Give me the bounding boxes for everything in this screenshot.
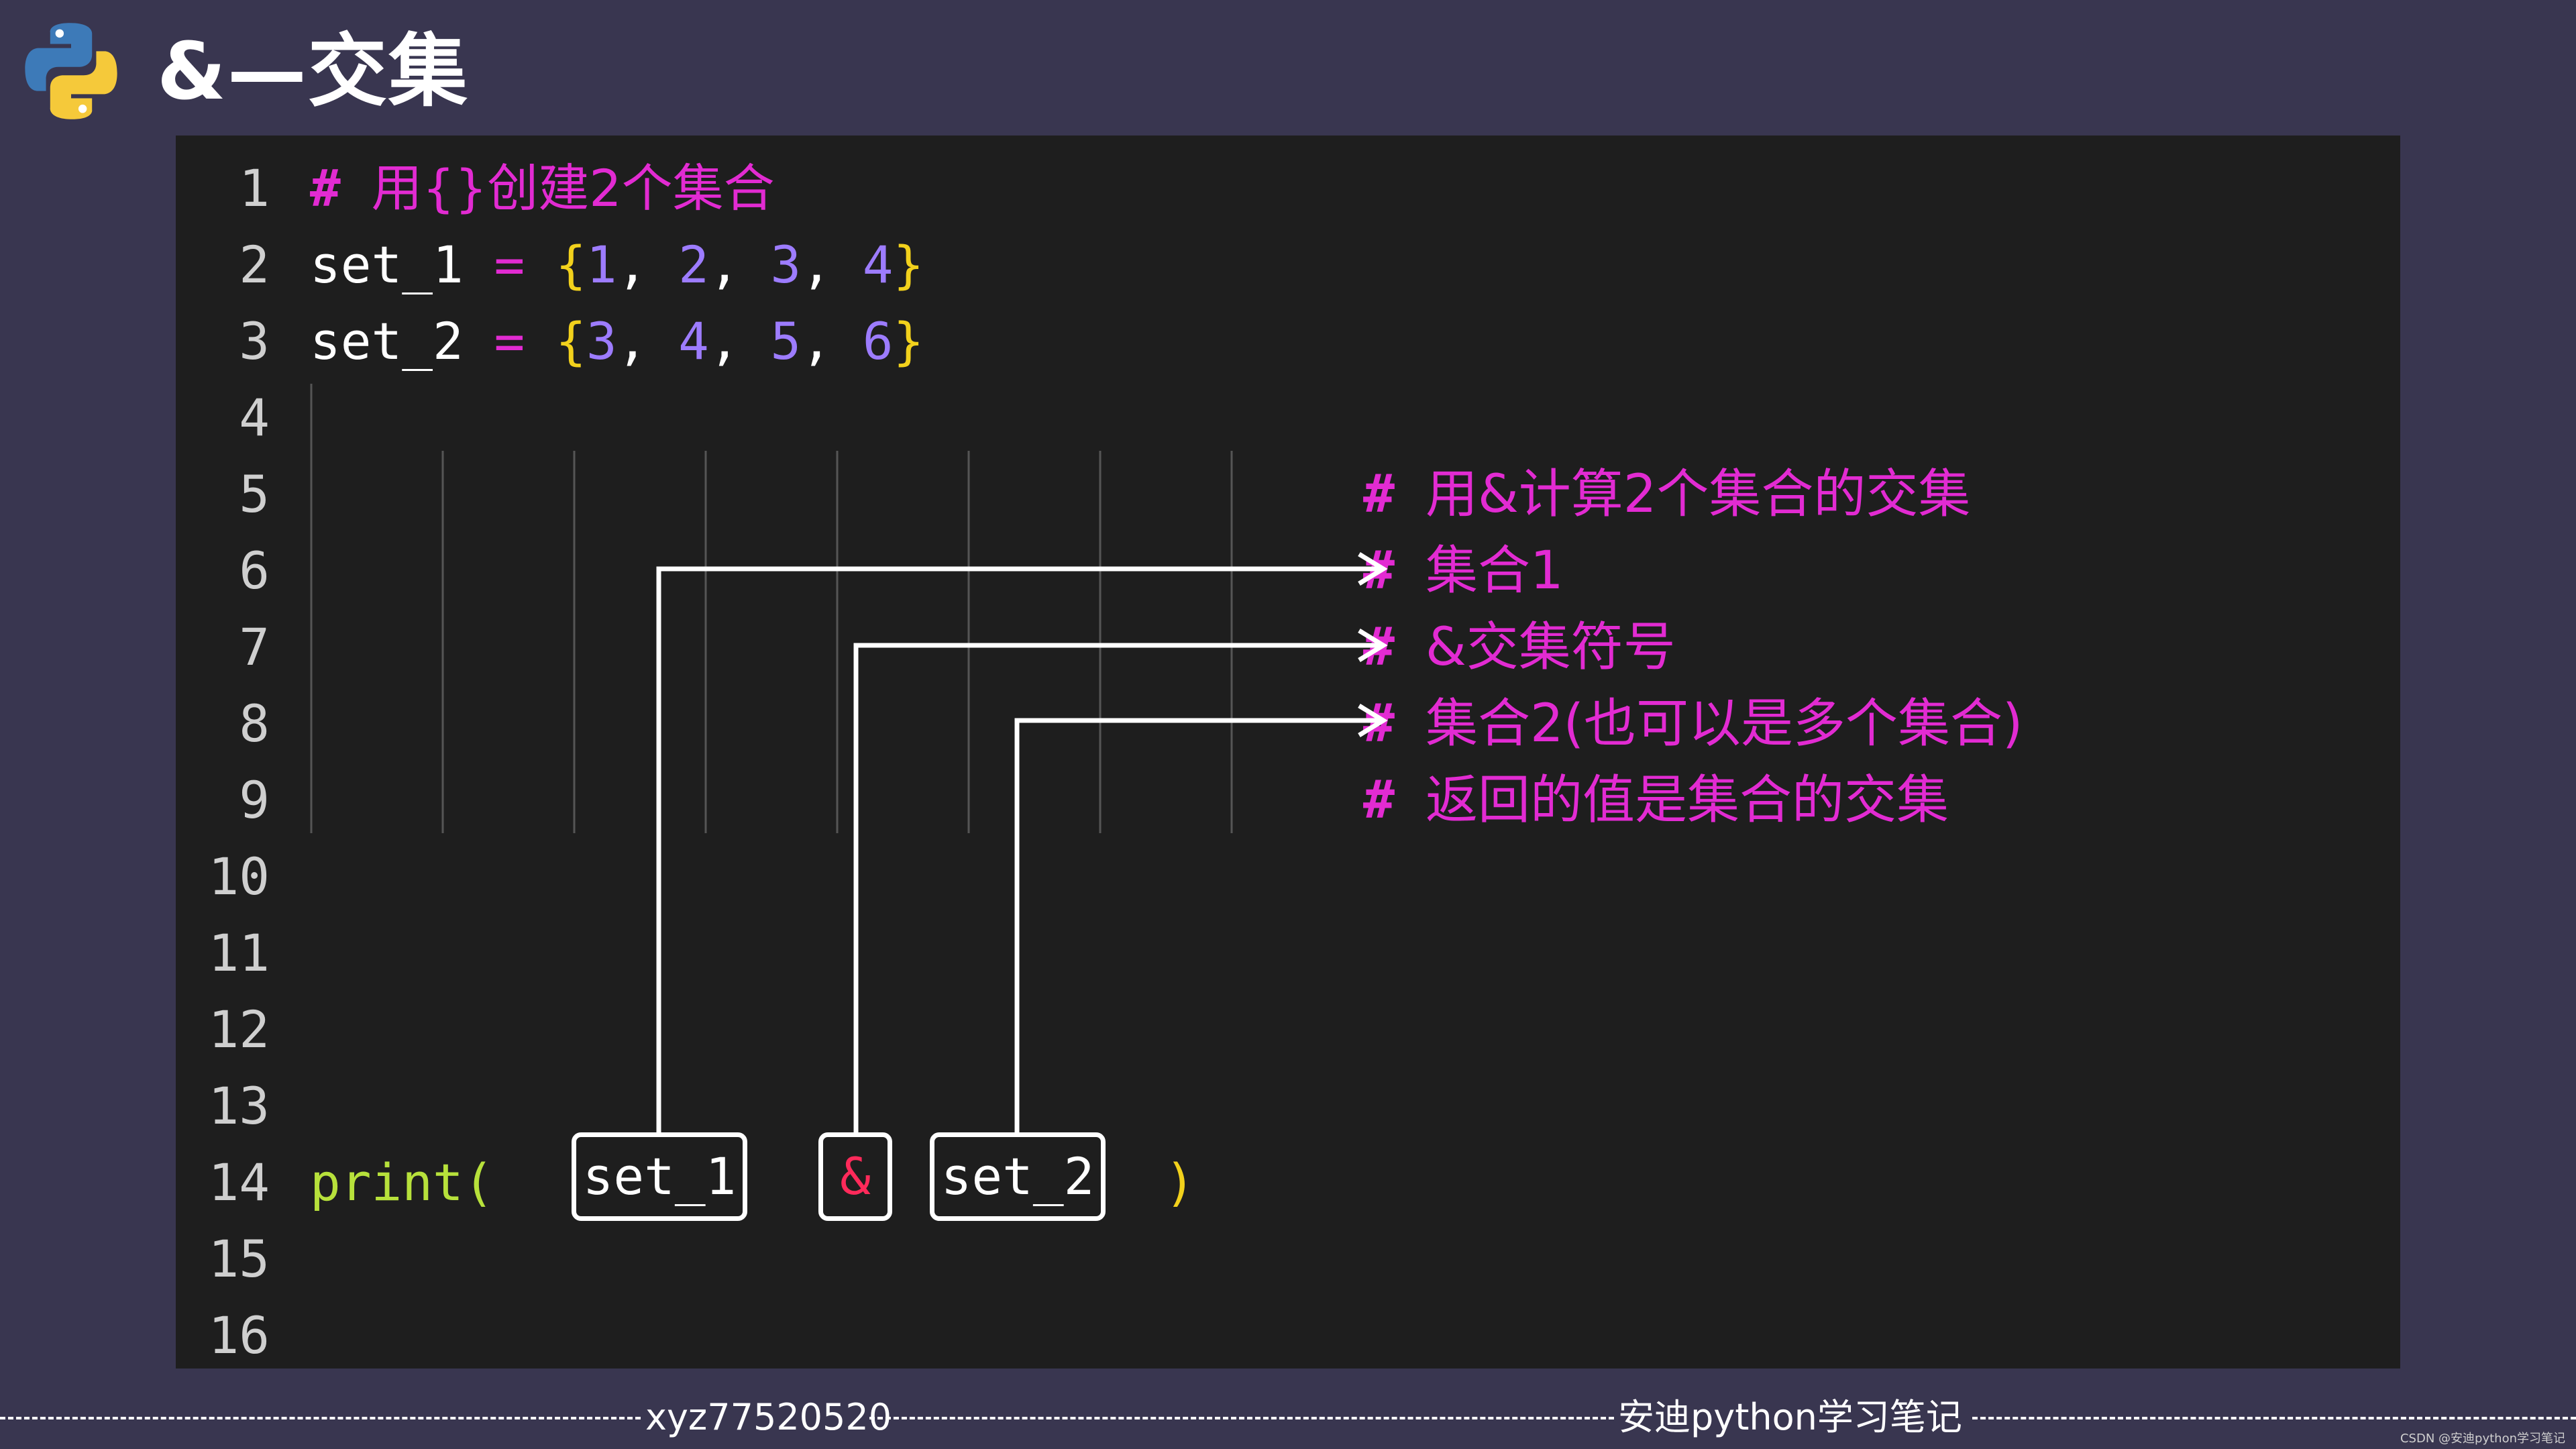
python-logo-icon: [25, 23, 117, 119]
footer-left-label: xyz77520520: [645, 1396, 892, 1438]
footer-dash: [1972, 1417, 2576, 1419]
footer-dash: [869, 1417, 1614, 1419]
footer-dash: [0, 1417, 641, 1419]
page-title: &—交集: [157, 25, 469, 117]
footer: xyz77520520 安迪python学习笔记: [0, 1394, 2576, 1441]
connector-arrows: [656, 552, 1388, 1132]
arrow-overlay: [310, 384, 1388, 1132]
code-editor: 1 2 3 4 5 6 7 8 9 10 11 12 13 14 15 16 #…: [176, 136, 2400, 1368]
indent-guides: [310, 384, 1233, 833]
csdn-credit: CSDN @安迪python学习笔记: [2400, 1432, 2565, 1446]
footer-right-label: 安迪python学习笔记: [1618, 1396, 1962, 1438]
